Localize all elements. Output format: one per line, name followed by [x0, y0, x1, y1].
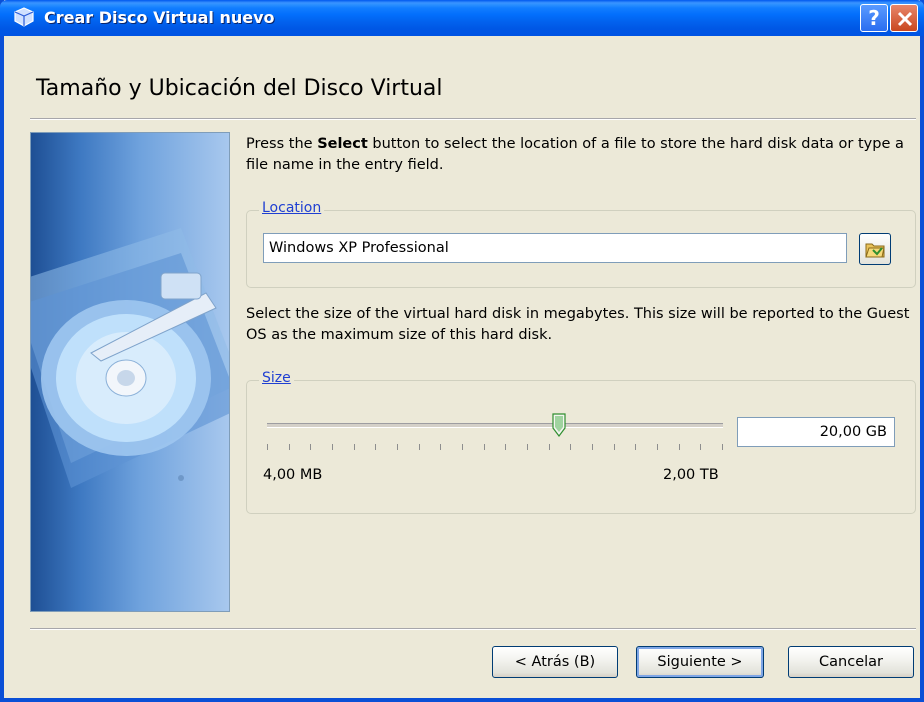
slider-tick: [635, 444, 636, 450]
intro-select-word: Select: [317, 136, 368, 152]
cancel-button[interactable]: Cancelar: [788, 646, 914, 678]
location-input[interactable]: Windows XP Professional: [263, 233, 847, 263]
size-min-label: 4,00 MB: [263, 467, 323, 483]
slider-tick: [527, 444, 528, 450]
size-legend: Size: [259, 370, 294, 386]
slider-tick: [679, 444, 680, 450]
virtualbox-icon: [14, 7, 34, 27]
slider-tick: [505, 444, 506, 450]
slider-tick: [440, 444, 441, 450]
slider-tick: [332, 444, 333, 450]
size-input[interactable]: 20,00 GB: [737, 417, 895, 447]
select-location-button[interactable]: [859, 233, 891, 265]
size-slider[interactable]: [267, 423, 723, 428]
size-group: Size 4,00 MB 2,00 TB 20,00 GB: [246, 370, 916, 514]
slider-tick: [614, 444, 615, 450]
slider-ticks: [267, 444, 723, 450]
page-title: Tamaño y Ubicación del Disco Virtual: [36, 76, 443, 101]
size-description: Select the size of the virtual hard disk…: [246, 306, 910, 343]
help-button[interactable]: ?: [860, 4, 888, 32]
slider-tick: [462, 444, 463, 450]
slider-tick: [397, 444, 398, 450]
title-bar[interactable]: Crear Disco Virtual nuevo ?: [0, 0, 924, 36]
slider-tick: [549, 444, 550, 450]
intro-text: Press the Select button to select the lo…: [246, 134, 906, 176]
slider-tick: [267, 444, 268, 450]
back-button[interactable]: < Atrás (B): [492, 646, 618, 678]
slider-tick: [657, 444, 658, 450]
slider-tick: [354, 444, 355, 450]
slider-tick: [484, 444, 485, 450]
location-legend: Location: [259, 200, 325, 216]
slider-tick: [310, 444, 311, 450]
location-group: Location Windows XP Professional: [246, 200, 916, 288]
slider-tick: [592, 444, 593, 450]
footer-separator: [30, 628, 916, 630]
folder-icon: [865, 243, 885, 258]
close-button[interactable]: [890, 4, 918, 32]
slider-tick: [375, 444, 376, 450]
hard-disk-illustration: [30, 132, 230, 612]
slider-thumb[interactable]: [552, 413, 566, 437]
slider-tick: [722, 444, 723, 450]
intro-prefix: Press the: [246, 136, 318, 152]
slider-tick: [289, 444, 290, 450]
next-button[interactable]: Siguiente >: [636, 646, 764, 678]
header-separator: [30, 118, 916, 120]
slider-tick: [700, 444, 701, 450]
size-max-label: 2,00 TB: [663, 467, 719, 483]
hard-disk-icon: [31, 228, 229, 488]
slider-tick: [570, 444, 571, 450]
close-icon: [897, 11, 913, 27]
window-title: Crear Disco Virtual nuevo: [44, 8, 275, 27]
slider-tick: [419, 444, 420, 450]
